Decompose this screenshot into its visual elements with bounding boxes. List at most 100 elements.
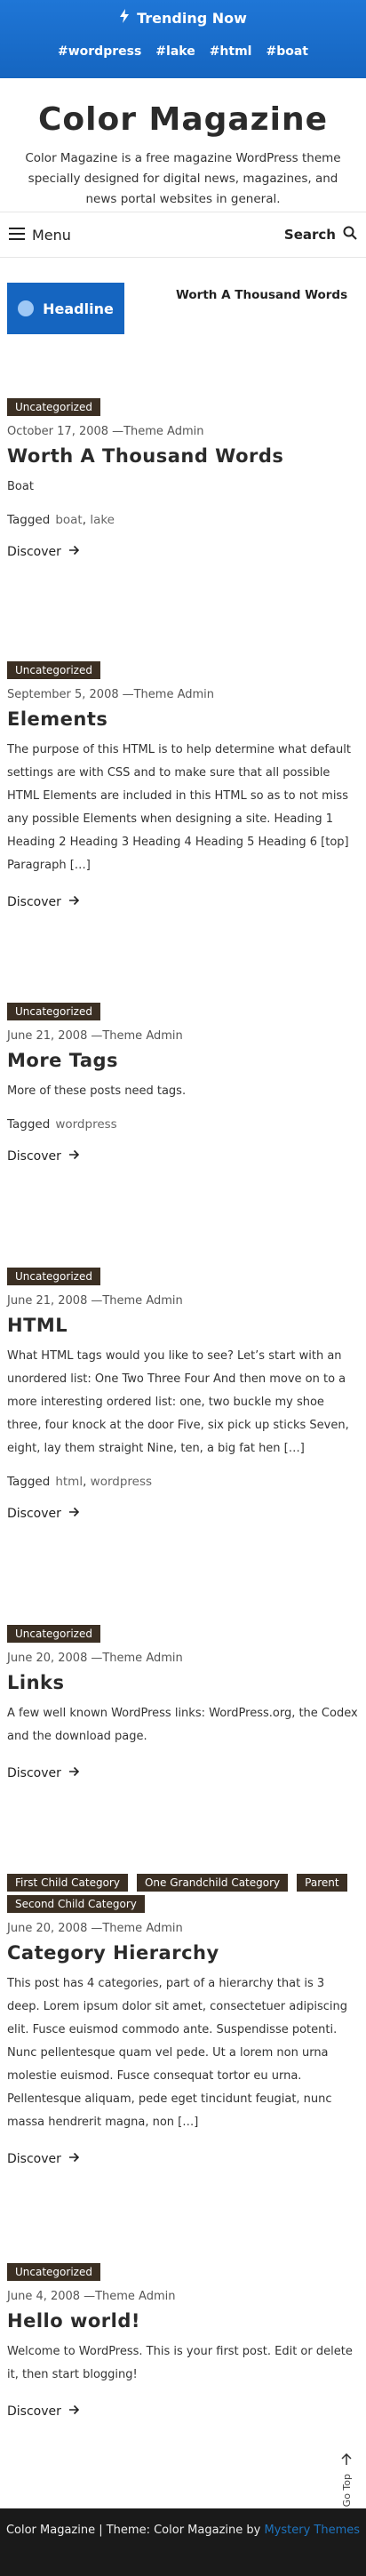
tag-link[interactable]: wordpress bbox=[55, 1117, 116, 1132]
post-author[interactable]: —Theme Admin bbox=[91, 1652, 182, 1665]
arrow-right-icon bbox=[68, 1507, 80, 1521]
post-categories: Uncategorized bbox=[7, 1268, 359, 1285]
discover-link[interactable]: Discover bbox=[7, 2152, 80, 2166]
arrow-right-icon bbox=[68, 2404, 80, 2419]
post-author[interactable]: —Theme Admin bbox=[91, 1294, 182, 1308]
post-title[interactable]: Worth A Thousand Words bbox=[7, 445, 359, 467]
headline-link[interactable]: Worth A Thousand Words bbox=[176, 288, 347, 302]
post-date[interactable]: June 21, 2008 bbox=[7, 1294, 87, 1308]
category-badge[interactable]: Uncategorized bbox=[7, 1003, 100, 1020]
category-badge[interactable]: Parent bbox=[297, 1874, 347, 1892]
post-date[interactable]: June 20, 2008 bbox=[7, 1922, 87, 1935]
post-date[interactable]: June 21, 2008 bbox=[7, 1029, 87, 1043]
menu-toggle-button[interactable]: Menu bbox=[9, 227, 71, 244]
tag-link[interactable]: boat bbox=[55, 513, 82, 527]
trending-tags: #wordpress #lake #html #boat bbox=[0, 44, 366, 59]
post-author[interactable]: —Theme Admin bbox=[123, 688, 214, 701]
category-badge[interactable]: Uncategorized bbox=[7, 1625, 100, 1643]
post-categories: Uncategorized bbox=[7, 661, 359, 679]
post-categories: Uncategorized bbox=[7, 398, 359, 416]
headline-badge: Headline bbox=[7, 283, 124, 334]
tagged-label: Tagged bbox=[7, 513, 51, 527]
hamburger-icon bbox=[9, 227, 25, 244]
post-title[interactable]: More Tags bbox=[7, 1050, 359, 1071]
category-badge[interactable]: Second Child Category bbox=[7, 1895, 145, 1913]
post-excerpt: Boat bbox=[7, 480, 34, 493]
post-title[interactable]: Links bbox=[7, 1672, 359, 1693]
post-excerpt: A few well known WordPress links: WordPr… bbox=[7, 1707, 358, 1743]
trending-tag-wordpress[interactable]: #wordpress bbox=[58, 44, 141, 59]
discover-link[interactable]: Discover bbox=[7, 1149, 80, 1164]
tagged-label: Tagged bbox=[7, 1475, 51, 1489]
search-label: Search bbox=[283, 227, 336, 243]
discover-label: Discover bbox=[7, 545, 61, 559]
post-date[interactable]: September 5, 2008 bbox=[7, 688, 119, 701]
post-author[interactable]: —Theme Admin bbox=[112, 425, 203, 438]
arrow-right-icon bbox=[68, 1149, 80, 1164]
post-card: First Child Category One Grandchild Categ… bbox=[0, 1874, 366, 2166]
menu-bar: Menu Search bbox=[0, 212, 366, 258]
tag-separator: , bbox=[83, 1475, 91, 1489]
post-categories: Uncategorized bbox=[7, 1003, 359, 1020]
site-title[interactable]: Color Magazine bbox=[20, 101, 346, 138]
post-card: Uncategorized June 21, 2008 —Theme Admin HT… bbox=[0, 1268, 366, 1521]
post-card: Uncategorized June 4, 2008 —Theme Admin Hel… bbox=[0, 2263, 366, 2419]
bolt-icon bbox=[119, 9, 130, 27]
site-footer: Color Magazine | Theme: Color Magazine b… bbox=[0, 2508, 366, 2576]
post-excerpt: The purpose of this HTML is to help dete… bbox=[7, 743, 351, 872]
footer-brand-link[interactable]: Mystery Themes bbox=[264, 2524, 360, 2537]
category-badge[interactable]: One Grandchild Category bbox=[136, 1874, 289, 1892]
post-title[interactable]: Hello world! bbox=[7, 2310, 359, 2332]
category-badge[interactable]: Uncategorized bbox=[7, 2263, 100, 2281]
site-description: Color Magazine is a free magazine WordPr… bbox=[25, 151, 341, 206]
post-meta: September 5, 2008 —Theme Admin bbox=[7, 688, 359, 701]
arrow-right-icon bbox=[68, 2152, 80, 2166]
tag-link[interactable]: lake bbox=[90, 513, 115, 527]
post-title[interactable]: Elements bbox=[7, 708, 359, 730]
trending-bar: Trending Now #wordpress #lake #html #boa… bbox=[0, 0, 366, 78]
discover-label: Discover bbox=[7, 1766, 61, 1780]
search-icon bbox=[343, 226, 357, 244]
trending-tag-html[interactable]: #html bbox=[210, 44, 252, 59]
arrow-right-icon bbox=[68, 545, 80, 559]
discover-link[interactable]: Discover bbox=[7, 895, 80, 909]
discover-label: Discover bbox=[7, 1149, 61, 1164]
post-excerpt: More of these posts need tags. bbox=[7, 1084, 187, 1098]
discover-link[interactable]: Discover bbox=[7, 545, 80, 559]
search-toggle-button[interactable]: Search bbox=[284, 226, 357, 244]
tagged-label: Tagged bbox=[7, 1117, 51, 1132]
post-categories: First Child Category One Grandchild Categ… bbox=[7, 1874, 359, 1913]
post-title[interactable]: HTML bbox=[7, 1315, 359, 1336]
category-badge[interactable]: Uncategorized bbox=[7, 398, 100, 416]
post-categories: Uncategorized bbox=[7, 1625, 359, 1643]
post-tags: Tagged html, wordpress bbox=[7, 1475, 359, 1489]
category-badge[interactable]: Uncategorized bbox=[7, 1268, 100, 1285]
post-meta: June 20, 2008 —Theme Admin bbox=[7, 1652, 359, 1665]
post-author[interactable]: —Theme Admin bbox=[91, 1029, 182, 1043]
category-badge[interactable]: First Child Category bbox=[7, 1874, 128, 1892]
arrow-up-icon bbox=[341, 2452, 352, 2468]
discover-link[interactable]: Discover bbox=[7, 1507, 80, 1521]
discover-link[interactable]: Discover bbox=[7, 1766, 80, 1780]
trending-title-label: Trending Now bbox=[137, 9, 247, 27]
tag-link[interactable]: wordpress bbox=[91, 1475, 152, 1489]
discover-link[interactable]: Discover bbox=[7, 2404, 80, 2419]
arrow-right-icon bbox=[68, 1766, 80, 1780]
trending-tag-boat[interactable]: #boat bbox=[266, 44, 308, 59]
post-card: Uncategorized June 21, 2008 —Theme Admin Mo… bbox=[0, 1003, 366, 1164]
post-date[interactable]: June 4, 2008 bbox=[7, 2290, 80, 2303]
post-date[interactable]: June 20, 2008 bbox=[7, 1652, 87, 1665]
post-date[interactable]: October 17, 2008 bbox=[7, 425, 108, 438]
post-excerpt: What HTML tags would you like to see? Le… bbox=[7, 1349, 349, 1455]
post-title[interactable]: Category Hierarchy bbox=[7, 1942, 359, 1964]
tag-link[interactable]: html bbox=[55, 1475, 83, 1489]
discover-label: Discover bbox=[7, 1507, 61, 1521]
category-badge[interactable]: Uncategorized bbox=[7, 661, 100, 679]
post-author[interactable]: —Theme Admin bbox=[84, 2290, 175, 2303]
discover-label: Discover bbox=[7, 2152, 61, 2166]
post-author[interactable]: —Theme Admin bbox=[91, 1922, 182, 1935]
menu-label: Menu bbox=[32, 226, 71, 244]
trending-tag-lake[interactable]: #lake bbox=[155, 44, 195, 59]
footer-text: Color Magazine | Theme: Color Magazine b… bbox=[5, 2524, 261, 2537]
headline-badge-label: Headline bbox=[43, 300, 114, 317]
